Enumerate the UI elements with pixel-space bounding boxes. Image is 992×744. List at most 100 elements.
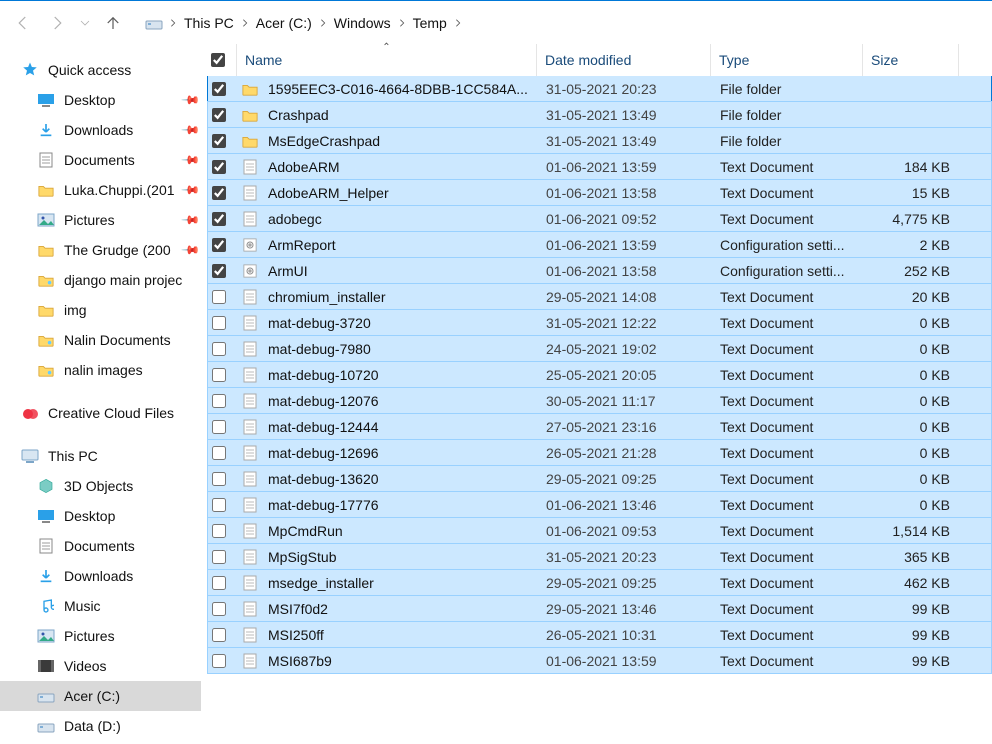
breadcrumb-seg-1[interactable]: Acer (C:) [254, 11, 314, 35]
row-checkbox[interactable] [212, 342, 226, 356]
file-row[interactable]: ArmReport01-06-2021 13:59Configuration s… [207, 231, 992, 258]
row-checkbox[interactable] [212, 108, 226, 122]
column-type[interactable]: Type [711, 44, 863, 76]
sidebar-item[interactable]: Desktop [0, 501, 201, 531]
row-checkbox[interactable] [212, 628, 226, 642]
music-icon [36, 596, 56, 616]
file-row[interactable]: mat-debug-372031-05-2021 12:22Text Docum… [207, 309, 992, 336]
file-row[interactable]: mat-debug-1777601-06-2021 13:46Text Docu… [207, 491, 992, 518]
sidebar-item[interactable]: nalin images [0, 355, 201, 385]
file-type: Text Document [712, 211, 864, 227]
row-checkbox[interactable] [212, 290, 226, 304]
column-size[interactable]: Size [863, 44, 959, 76]
chevron-right-icon[interactable] [393, 18, 411, 28]
file-row[interactable]: mat-debug-1207630-05-2021 11:17Text Docu… [207, 387, 992, 414]
row-checkbox[interactable] [212, 498, 226, 512]
sidebar-creative-cloud[interactable]: Creative Cloud Files [0, 398, 201, 428]
sidebar-item[interactable]: Downloads [0, 561, 201, 591]
file-row[interactable]: MSI687b901-06-2021 13:59Text Document99 … [207, 647, 992, 674]
column-date[interactable]: Date modified [537, 44, 711, 76]
sidebar-this-pc[interactable]: This PC [0, 441, 201, 471]
file-row[interactable]: mat-debug-1269626-05-2021 21:28Text Docu… [207, 439, 992, 466]
row-checkbox[interactable] [212, 472, 226, 486]
chevron-right-icon[interactable] [314, 18, 332, 28]
file-type-icon [238, 211, 260, 227]
row-checkbox[interactable] [212, 394, 226, 408]
sidebar-item[interactable]: Nalin Documents [0, 325, 201, 355]
row-checkbox[interactable] [212, 654, 226, 668]
forward-button[interactable] [40, 5, 74, 41]
chevron-right-icon[interactable] [164, 18, 182, 28]
file-row[interactable]: ArmUI01-06-2021 13:58Configuration setti… [207, 257, 992, 284]
file-row[interactable]: mat-debug-1072025-05-2021 20:05Text Docu… [207, 361, 992, 388]
up-button[interactable] [96, 5, 130, 41]
row-checkbox[interactable] [212, 82, 226, 96]
file-date: 01-06-2021 13:58 [538, 263, 712, 279]
file-row[interactable]: Crashpad31-05-2021 13:49File folder [207, 101, 992, 128]
row-checkbox[interactable] [212, 186, 226, 200]
sidebar-item[interactable]: Documents📌 [0, 145, 201, 175]
file-row[interactable]: 1595EEC3-C016-4664-8DBB-1CC584A...31-05-… [207, 76, 992, 102]
breadcrumb-seg-0[interactable]: This PC [182, 11, 236, 35]
row-checkbox[interactable] [212, 420, 226, 434]
sidebar-item[interactable]: The Grudge (200📌 [0, 235, 201, 265]
row-checkbox[interactable] [212, 316, 226, 330]
file-row[interactable]: msedge_installer29-05-2021 09:25Text Doc… [207, 569, 992, 596]
breadcrumb[interactable]: This PC Acer (C:) Windows Temp [144, 11, 992, 35]
file-row[interactable]: mat-debug-1362029-05-2021 09:25Text Docu… [207, 465, 992, 492]
sidebar-item[interactable]: django main projec [0, 265, 201, 295]
file-row[interactable]: MpCmdRun01-06-2021 09:53Text Document1,5… [207, 517, 992, 544]
chevron-right-icon[interactable] [236, 18, 254, 28]
row-checkbox[interactable] [212, 238, 226, 252]
row-checkbox[interactable] [212, 446, 226, 460]
breadcrumb-seg-3[interactable]: Temp [411, 11, 449, 35]
row-checkbox[interactable] [212, 368, 226, 382]
file-row[interactable]: AdobeARM01-06-2021 13:59Text Document184… [207, 153, 992, 180]
history-dropdown[interactable] [74, 5, 96, 41]
file-name: MSI7f0d2 [260, 601, 538, 617]
breadcrumb-seg-2[interactable]: Windows [332, 11, 393, 35]
row-checkbox[interactable] [212, 576, 226, 590]
row-checkbox[interactable] [212, 134, 226, 148]
file-list: ⌃ Name Date modified Type Size 1595EEC3-… [201, 44, 992, 744]
file-row[interactable]: chromium_installer29-05-2021 14:08Text D… [207, 283, 992, 310]
file-size: 4,775 KB [864, 211, 960, 227]
sidebar-quick-access[interactable]: Quick access [0, 55, 201, 85]
sidebar-item[interactable]: Videos [0, 651, 201, 681]
file-row[interactable]: MSI250ff26-05-2021 10:31Text Document99 … [207, 621, 992, 648]
column-checkbox[interactable] [207, 44, 237, 76]
chevron-right-icon[interactable] [449, 18, 467, 28]
file-row[interactable]: MsEdgeCrashpad31-05-2021 13:49File folde… [207, 127, 992, 154]
sidebar-item[interactable]: 3D Objects [0, 471, 201, 501]
row-checkbox[interactable] [212, 524, 226, 538]
file-row[interactable]: mat-debug-798024-05-2021 19:02Text Docum… [207, 335, 992, 362]
row-checkbox[interactable] [212, 602, 226, 616]
row-checkbox[interactable] [212, 212, 226, 226]
sidebar-item[interactable]: img [0, 295, 201, 325]
row-checkbox[interactable] [212, 160, 226, 174]
sidebar-item[interactable]: Pictures [0, 621, 201, 651]
sidebar-item[interactable]: Luka.Chuppi.(201📌 [0, 175, 201, 205]
file-row[interactable]: mat-debug-1244427-05-2021 23:16Text Docu… [207, 413, 992, 440]
column-name[interactable]: ⌃ Name [237, 44, 537, 76]
file-row[interactable]: AdobeARM_Helper01-06-2021 13:58Text Docu… [207, 179, 992, 206]
sidebar-item[interactable]: Documents [0, 531, 201, 561]
sidebar-item[interactable]: Downloads📌 [0, 115, 201, 145]
select-all-checkbox[interactable] [211, 53, 225, 67]
row-checkbox[interactable] [212, 550, 226, 564]
sidebar-item[interactable]: Pictures📌 [0, 205, 201, 235]
sidebar-item[interactable]: Acer (C:) [0, 681, 201, 711]
file-type-icon [238, 575, 260, 591]
sidebar-item[interactable]: Data (D:) [0, 711, 201, 741]
file-date: 01-06-2021 13:58 [538, 185, 712, 201]
file-date: 29-05-2021 13:46 [538, 601, 712, 617]
file-row[interactable]: MpSigStub31-05-2021 20:23Text Document36… [207, 543, 992, 570]
row-checkbox[interactable] [212, 264, 226, 278]
file-row[interactable]: MSI7f0d229-05-2021 13:46Text Document99 … [207, 595, 992, 622]
back-button[interactable] [6, 5, 40, 41]
sidebar-item[interactable]: Music [0, 591, 201, 621]
file-row[interactable]: adobegc01-06-2021 09:52Text Document4,77… [207, 205, 992, 232]
file-type: Text Document [712, 445, 864, 461]
sidebar-item[interactable]: Desktop📌 [0, 85, 201, 115]
file-size: 252 KB [864, 263, 960, 279]
